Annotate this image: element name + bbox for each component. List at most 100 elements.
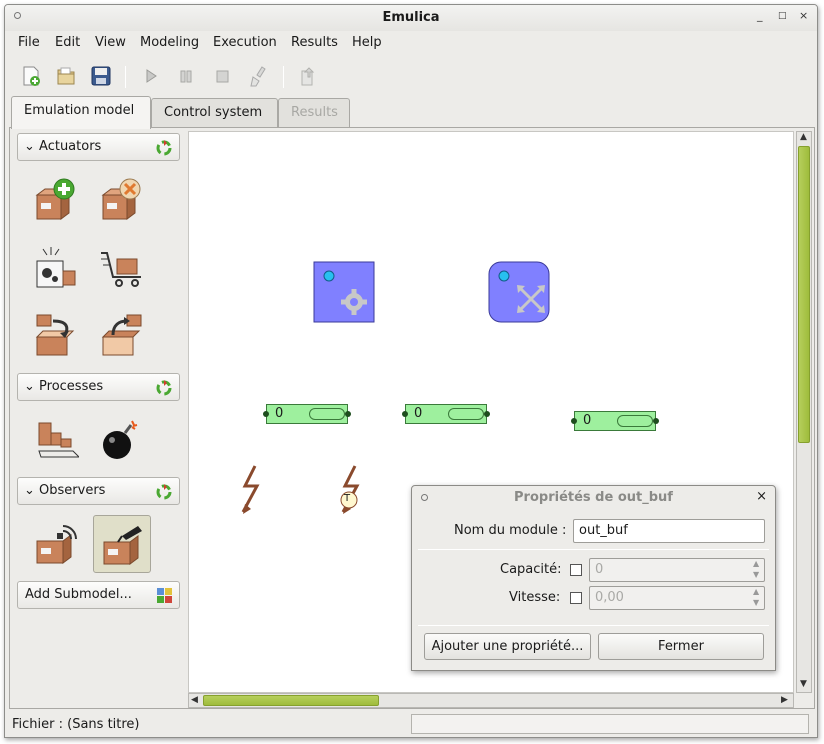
stop-button[interactable] [209,63,235,89]
save-button[interactable] [88,63,114,89]
menu-file[interactable]: File [18,35,40,50]
maximize-icon[interactable]: □ [778,11,787,21]
buffer-port [571,418,577,424]
status-bar: Fichier : (Sans titre) [5,711,817,737]
tab-control-system[interactable]: Control system [151,98,278,128]
palette-item-create[interactable] [27,171,85,229]
palette-item-transporter[interactable] [93,239,151,297]
buffer-module[interactable]: 0 [263,404,351,424]
vertical-scrollbar[interactable]: ▲ ▼ [796,131,812,693]
create-module-icon [35,178,75,220]
palette-group-label: ⌄ Processes [24,379,104,394]
horizontal-scroll-thumb[interactable] [203,695,379,706]
buffer-port [653,418,659,424]
dialog-separator [418,549,769,550]
palette-item-failure[interactable] [93,411,151,469]
module-name-input[interactable]: out_buf [573,519,765,543]
assembly-process-icon [38,422,79,458]
scroll-up-icon[interactable]: ▲ [800,132,807,142]
inspector-observer-icon [103,526,142,565]
refresh-icon[interactable] [155,139,173,157]
status-progress-field [411,714,809,734]
minimize-icon[interactable]: _ [757,9,763,22]
export-button[interactable] [295,63,321,89]
pause-icon [180,70,192,83]
horizontal-scrollbar[interactable]: ◀ ▶ [188,693,794,708]
menu-execution[interactable]: Execution [213,35,277,50]
menu-results[interactable]: Results [291,35,338,50]
run-button[interactable] [138,63,164,89]
capacity-spin-arrows-icon[interactable]: ▲ ▼ [753,558,759,580]
speed-checkbox[interactable] [570,592,582,604]
menu-view[interactable]: View [95,35,126,50]
status-text: Fichier : (Sans titre) [12,717,140,732]
export-icon [301,67,315,86]
speed-spin-arrows-icon[interactable]: ▲ ▼ [753,586,759,608]
palette-group-actuators[interactable]: ⌄ Actuators [17,133,180,161]
destroy-module-icon [101,178,141,220]
sensor-observer-icon [36,525,77,564]
dialog-title: Propriétés de out_buf [514,490,673,505]
pause-button[interactable] [173,63,199,89]
speed-label: Vitesse: [509,590,561,605]
space-module[interactable] [488,261,550,323]
scroll-left-icon[interactable]: ◀ [191,695,198,705]
open-button[interactable] [53,63,79,89]
palette-item-assembly[interactable] [27,411,85,469]
palette-item-pickup[interactable] [27,307,85,365]
buffer-port [484,411,490,417]
add-submodel-button[interactable]: Add Submodel... [17,581,180,609]
buffer-count: 0 [414,406,423,421]
clear-button[interactable] [246,63,272,89]
palette-item-destroy[interactable] [93,171,151,229]
buffer-rollers-icon [448,408,484,420]
vertical-scroll-thumb[interactable] [798,146,810,443]
buffer-rollers-icon [309,408,345,420]
refresh-icon[interactable] [155,483,173,501]
new-file-icon [23,66,40,86]
new-file-button[interactable] [18,63,44,89]
module-name-label: Nom du module : [454,523,567,538]
buffer-port [402,411,408,417]
close-dialog-button[interactable]: Fermer [598,633,764,660]
clear-icon [250,66,266,87]
palette-item-inspector[interactable] [93,515,151,573]
menu-modeling[interactable]: Modeling [140,35,199,50]
machine-module[interactable] [313,261,375,323]
buffer-module-out-buf[interactable]: 0 [571,411,659,431]
dialog-close-icon[interactable]: × [756,489,767,504]
machine-icon [36,247,76,288]
palette-item-machine[interactable] [27,239,85,297]
refresh-icon[interactable] [155,379,173,397]
capacity-checkbox[interactable] [570,564,582,576]
buffer-count: 0 [583,413,592,428]
toolbar [5,57,817,95]
capacity-spin-input[interactable]: 0 [589,558,765,582]
stop-icon [216,70,229,83]
submodel-icon [157,588,172,603]
run-icon [146,69,157,83]
failure-lightning-icon[interactable] [241,465,260,514]
palette-group-observers[interactable]: ⌄ Observers [17,477,180,505]
toolbar-separator [125,66,126,88]
close-icon[interactable]: × [799,9,808,22]
palette-group-processes[interactable]: ⌄ Processes [17,373,180,401]
buffer-module[interactable]: 0 [402,404,490,424]
menu-edit[interactable]: Edit [55,35,80,50]
dialog-separator [418,625,769,626]
menu-help[interactable]: Help [352,35,382,50]
add-property-button[interactable]: Ajouter une propriété... [424,633,591,660]
properties-dialog: Propriétés de out_buf × Nom du module : … [411,485,776,671]
module-palette: ⌄ Actuators ⌄ Processes ⌄ Observers Add … [13,131,183,707]
timer-label: T [344,493,351,504]
speed-spin-input[interactable]: 0,00 [589,586,765,610]
palette-item-putdown[interactable] [93,307,151,365]
scroll-down-icon[interactable]: ▼ [800,679,807,689]
title-bar: Emulica _ □ × [5,5,817,31]
timed-failure-icon[interactable] [340,465,360,514]
save-icon [91,66,111,86]
tab-results: Results [278,98,350,128]
palette-item-sensor[interactable] [27,515,85,573]
scroll-right-icon[interactable]: ▶ [781,695,788,705]
tab-emulation-model[interactable]: Emulation model [11,96,151,129]
